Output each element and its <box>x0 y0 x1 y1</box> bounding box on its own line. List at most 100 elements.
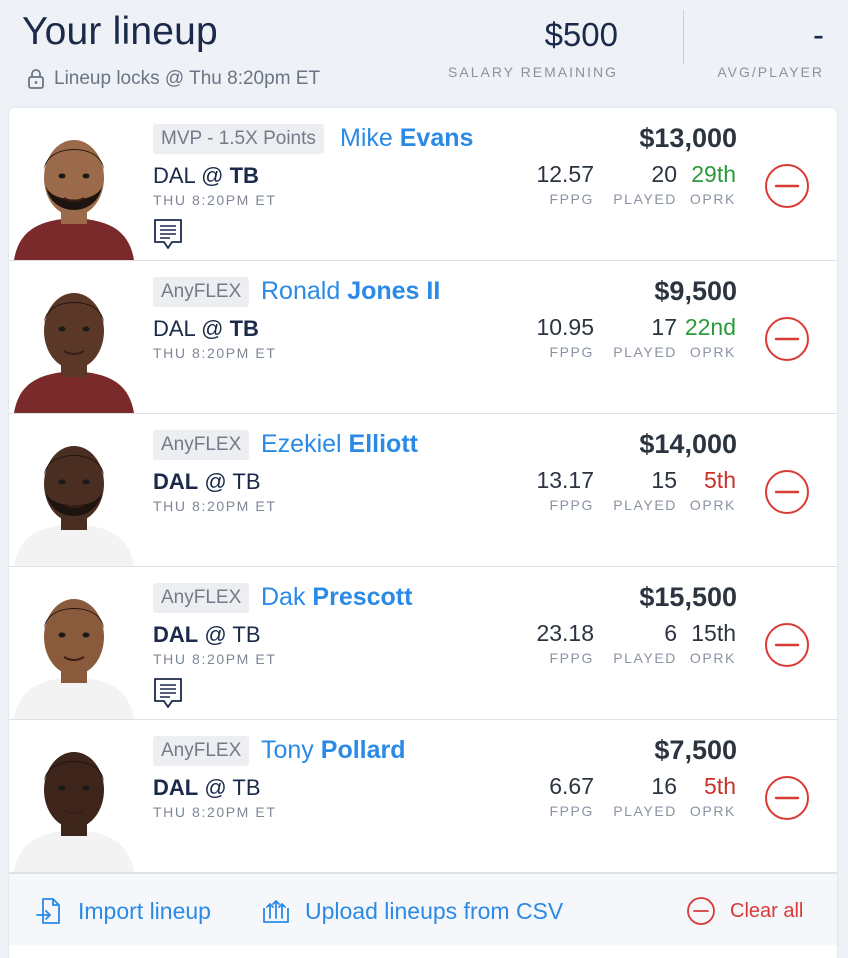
remove-player-button[interactable] <box>764 469 810 515</box>
oprk-stat: 5th OPRK <box>690 773 736 819</box>
oprk-value: 15th <box>691 620 736 646</box>
position-badge: MVP - 1.5X Points <box>153 124 324 154</box>
fppg-value: 6.67 <box>549 773 594 799</box>
remove-player-button[interactable] <box>764 622 810 668</box>
lineup-footer: Import lineup Upload lineups from CSV Cl… <box>9 873 837 945</box>
away-team: DAL <box>153 622 199 647</box>
fppg-value: 10.95 <box>536 314 594 340</box>
played-stat: 17 PLAYED <box>613 314 677 360</box>
player-row[interactable]: AnyFLEX Ezekiel Elliott DAL @ TB THU 8:2… <box>9 414 837 567</box>
player-last-name: Pollard <box>320 736 406 764</box>
remove-player-button[interactable] <box>764 316 810 362</box>
played-value: 20 <box>651 161 677 187</box>
fppg-label: FPPG <box>549 191 594 207</box>
player-name-link[interactable]: Ezekiel Elliott <box>261 429 418 459</box>
played-label: PLAYED <box>613 803 677 819</box>
player-first-name: Tony <box>261 736 314 764</box>
fppg-value: 23.18 <box>536 620 594 646</box>
fppg-value: 12.57 <box>536 161 594 187</box>
position-badge: AnyFLEX <box>153 430 250 460</box>
upload-csv-button[interactable]: Upload lineups from CSV <box>261 896 563 926</box>
game-time: THU 8:20PM ET <box>153 498 277 514</box>
notes-icon[interactable] <box>153 218 183 250</box>
player-headshot <box>9 414 139 566</box>
player-first-name: Dak <box>261 583 306 611</box>
notes-icon[interactable] <box>153 677 183 709</box>
game-matchup: DAL @ TB <box>153 163 259 189</box>
played-stat: 20 PLAYED <box>613 161 677 207</box>
lineup-header: Your lineup Lineup locks @ Thu 8:20pm ET… <box>0 0 848 108</box>
salary-remaining-label: SALARY REMAINING <box>448 64 618 80</box>
remove-player-button[interactable] <box>764 163 810 209</box>
player-headshot <box>9 261 139 413</box>
upload-csv-label: Upload lineups from CSV <box>305 897 564 924</box>
oprk-label: OPRK <box>689 803 736 819</box>
player-headshot <box>9 720 139 872</box>
oprk-stat: 5th OPRK <box>690 467 736 513</box>
avg-player-value: - <box>813 16 824 53</box>
player-name-link[interactable]: Tony Pollard <box>261 735 406 765</box>
player-last-name: Jones II <box>347 277 441 305</box>
player-headshot-image <box>9 567 139 719</box>
import-icon <box>36 898 60 924</box>
fppg-label: FPPG <box>549 650 594 666</box>
avg-per-player: - AVG/PLAYER <box>717 16 824 80</box>
oprk-value: 29th <box>691 161 736 187</box>
lineup-locks: Lineup locks @ Thu 8:20pm ET <box>26 68 320 90</box>
game-time: THU 8:20PM ET <box>153 192 277 208</box>
oprk-stat: 29th OPRK <box>690 161 736 207</box>
matchup-at: @ <box>204 622 227 647</box>
game-time: THU 8:20PM ET <box>153 804 277 820</box>
import-lineup-button[interactable]: Import lineup <box>34 896 211 926</box>
player-row[interactable]: AnyFLEX Dak Prescott DAL @ TB THU 8:20PM… <box>9 567 837 720</box>
fppg-value: 13.17 <box>536 467 594 493</box>
game-matchup: DAL @ TB <box>153 469 261 495</box>
player-salary: $13,000 <box>639 123 737 153</box>
position-badge: AnyFLEX <box>153 583 250 613</box>
player-name-link[interactable]: Mike Evans <box>340 123 473 153</box>
lock-icon <box>28 69 44 89</box>
player-last-name: Prescott <box>312 583 413 611</box>
player-salary: $7,500 <box>654 735 737 765</box>
remove-player-button[interactable] <box>764 775 810 821</box>
oprk-label: OPRK <box>689 344 736 360</box>
matchup-at: @ <box>201 316 224 341</box>
player-headshot <box>9 567 139 719</box>
clear-circle-icon <box>687 897 715 925</box>
lineup-card: MVP - 1.5X Points Mike Evans DAL @ TB TH… <box>9 108 837 958</box>
player-last-name: Elliott <box>348 430 418 458</box>
matchup-at: @ <box>204 469 227 494</box>
player-first-name: Mike <box>340 124 393 152</box>
player-salary: $9,500 <box>654 276 737 306</box>
away-team: DAL <box>153 163 195 188</box>
oprk-stat: 15th OPRK <box>690 620 736 666</box>
game-time: THU 8:20PM ET <box>153 651 277 667</box>
clear-all-button[interactable]: Clear all <box>686 896 803 926</box>
oprk-label: OPRK <box>689 650 736 666</box>
page-title: Your lineup <box>22 10 218 53</box>
played-stat: 15 PLAYED <box>613 467 677 513</box>
oprk-stat: 22nd OPRK <box>685 314 736 360</box>
game-matchup: DAL @ TB <box>153 775 261 801</box>
oprk-label: OPRK <box>689 191 736 207</box>
fppg-label: FPPG <box>549 497 594 513</box>
matchup-at: @ <box>204 775 227 800</box>
home-team: TB <box>232 622 261 647</box>
home-team: TB <box>229 316 259 341</box>
player-headshot <box>9 108 139 260</box>
game-matchup: DAL @ TB <box>153 316 259 342</box>
player-row[interactable]: MVP - 1.5X Points Mike Evans DAL @ TB TH… <box>9 108 837 261</box>
player-name-link[interactable]: Dak Prescott <box>261 582 412 612</box>
upload-icon <box>263 900 289 923</box>
player-headshot-image <box>9 414 139 566</box>
player-headshot-image <box>9 720 139 872</box>
player-salary: $15,500 <box>639 582 737 612</box>
import-lineup-label: Import lineup <box>78 897 211 924</box>
oprk-value: 5th <box>704 773 736 799</box>
position-badge: AnyFLEX <box>153 277 250 307</box>
game-matchup: DAL @ TB <box>153 622 261 648</box>
oprk-value: 22nd <box>684 314 736 340</box>
player-row[interactable]: AnyFLEX Tony Pollard DAL @ TB THU 8:20PM… <box>9 720 837 873</box>
player-row[interactable]: AnyFLEX Ronald Jones II DAL @ TB THU 8:2… <box>9 261 837 414</box>
player-name-link[interactable]: Ronald Jones II <box>261 276 440 306</box>
